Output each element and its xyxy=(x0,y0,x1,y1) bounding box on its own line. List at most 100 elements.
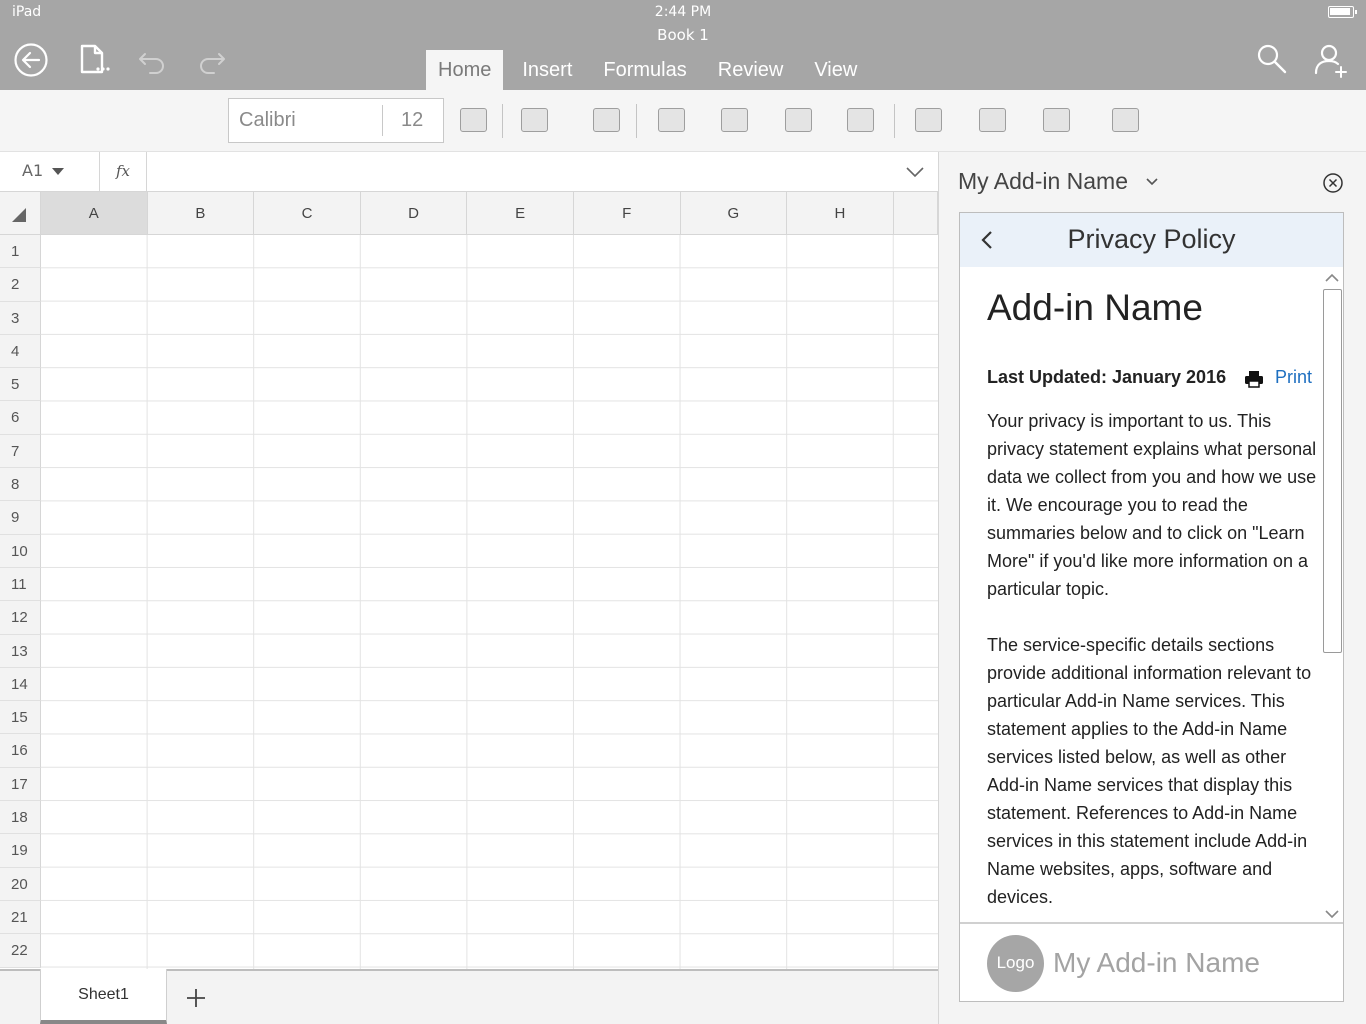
scroll-up-icon[interactable] xyxy=(1324,273,1340,283)
row-header[interactable]: 8 xyxy=(0,468,41,502)
row-header[interactable]: 19 xyxy=(0,834,41,868)
row-header[interactable]: 15 xyxy=(0,701,41,735)
row-header[interactable]: 2 xyxy=(0,268,41,302)
row-header[interactable]: 18 xyxy=(0,801,41,835)
undo-icon[interactable] xyxy=(134,42,170,78)
toolbar-button-11[interactable] xyxy=(1112,108,1139,132)
row-header[interactable]: 12 xyxy=(0,601,41,635)
home-toolbar: Calibri 12 xyxy=(0,90,1366,152)
cell-area[interactable] xyxy=(41,235,938,969)
toolbar-button-9[interactable] xyxy=(979,108,1006,132)
scroll-down-icon[interactable] xyxy=(1324,909,1340,919)
privacy-body[interactable]: Add-in Name Last Updated: January 2016 P… xyxy=(960,267,1343,921)
row-header[interactable]: 7 xyxy=(0,434,41,469)
row-header[interactable]: 16 xyxy=(0,734,41,768)
ribbon-tabs: Home Insert Formulas Review View xyxy=(426,50,876,90)
select-all-corner[interactable] xyxy=(0,192,41,235)
toolbar-button-10[interactable] xyxy=(1043,108,1070,132)
addin-heading: Add-in Name xyxy=(987,287,1203,328)
font-divider xyxy=(382,105,383,136)
chevron-left-icon[interactable] xyxy=(980,230,994,250)
column-header[interactable]: G xyxy=(680,192,788,235)
row-header[interactable]: 5 xyxy=(0,368,41,402)
caret-down-icon[interactable] xyxy=(52,168,64,175)
add-sheet-icon[interactable] xyxy=(186,988,206,1008)
addin-task-pane: My Add-in Name Privacy Policy Add-in Nam… xyxy=(938,152,1366,1024)
spreadsheet-grid: A B C D E F G H 1 2 3 4 5 6 7 8 9 10 11 … xyxy=(0,192,938,969)
tab-view[interactable]: View xyxy=(802,50,869,90)
sheet-tab-bar: Sheet1 xyxy=(0,969,938,1024)
row-header[interactable]: 17 xyxy=(0,767,41,802)
column-header[interactable]: H xyxy=(787,192,894,235)
privacy-paragraph: The service-specific details sections pr… xyxy=(987,635,1312,907)
toolbar-divider xyxy=(502,104,503,138)
scrollbar-thumb[interactable] xyxy=(1323,289,1342,653)
toolbar-button-7[interactable] xyxy=(847,108,874,132)
footer-addin-name: My Add-in Name xyxy=(1053,947,1260,978)
row-header[interactable]: 22 xyxy=(0,934,41,968)
close-icon[interactable] xyxy=(1322,172,1344,194)
row-header[interactable]: 13 xyxy=(0,634,41,668)
row-header[interactable]: 9 xyxy=(0,501,41,535)
back-icon[interactable] xyxy=(13,42,49,78)
toolbar-divider xyxy=(894,104,895,138)
row-header[interactable]: 21 xyxy=(0,900,41,935)
toolbar-button-5[interactable] xyxy=(721,108,748,132)
column-header[interactable]: C xyxy=(254,192,361,235)
toolbar-button-4[interactable] xyxy=(658,108,685,132)
privacy-paragraph: Your privacy is important to us. This pr… xyxy=(987,411,1317,599)
column-header[interactable]: E xyxy=(467,192,574,235)
toolbar-divider xyxy=(636,104,637,138)
redo-icon[interactable] xyxy=(194,42,230,78)
toolbar-button-8[interactable] xyxy=(915,108,942,132)
addin-footer: Logo My Add-in Name xyxy=(960,922,1343,1001)
print-link[interactable]: Print xyxy=(1275,367,1312,388)
name-box[interactable]: A1 xyxy=(0,152,100,191)
row-header[interactable]: 1 xyxy=(0,235,41,269)
toolbar-button-2[interactable] xyxy=(521,108,548,132)
search-icon[interactable] xyxy=(1254,42,1290,78)
font-picker[interactable]: Calibri 12 xyxy=(228,98,444,143)
font-name-field[interactable]: Calibri xyxy=(239,99,296,142)
column-header[interactable]: B xyxy=(147,192,255,235)
toolbar-button-6[interactable] xyxy=(785,108,812,132)
logo: Logo xyxy=(987,935,1044,992)
privacy-header: Privacy Policy xyxy=(960,213,1343,267)
row-header[interactable]: 4 xyxy=(0,334,41,369)
share-person-icon[interactable] xyxy=(1312,42,1348,78)
cell-reference: A1 xyxy=(22,161,44,180)
chevron-down-icon[interactable] xyxy=(1145,177,1159,187)
chevron-down-icon[interactable] xyxy=(904,164,926,180)
row-header[interactable]: 10 xyxy=(0,534,41,568)
column-header[interactable]: A xyxy=(41,192,148,235)
page-title: Privacy Policy xyxy=(1067,224,1236,254)
column-header[interactable]: F xyxy=(573,192,681,235)
row-header[interactable]: 14 xyxy=(0,667,41,702)
tab-insert[interactable]: Insert xyxy=(510,50,584,90)
pane-title[interactable]: My Add-in Name xyxy=(958,168,1128,195)
last-updated: Last Updated: January 2016 xyxy=(987,367,1227,387)
formula-bar: A1 fx xyxy=(0,152,938,192)
tab-review[interactable]: Review xyxy=(706,50,796,90)
tab-home[interactable]: Home xyxy=(426,50,504,90)
sheet-tab[interactable]: Sheet1 xyxy=(40,969,167,1024)
column-headers: A B C D E F G H xyxy=(41,192,938,235)
toolbar-button-3[interactable] xyxy=(593,108,620,132)
row-header[interactable]: 6 xyxy=(0,401,41,435)
row-header[interactable]: 11 xyxy=(0,567,41,602)
font-size-field[interactable]: 12 xyxy=(401,99,423,142)
printer-icon[interactable] xyxy=(1244,369,1264,389)
tab-formulas[interactable]: Formulas xyxy=(591,50,698,90)
battery-icon xyxy=(1328,6,1357,18)
addin-content-frame: Privacy Policy Add-in Name Last Updated:… xyxy=(959,212,1344,1002)
row-header[interactable]: 20 xyxy=(0,867,41,901)
row-header[interactable]: 3 xyxy=(0,301,41,335)
toolbar-button-1[interactable] xyxy=(460,108,487,132)
function-icon[interactable]: fx xyxy=(100,152,147,191)
column-header-partial[interactable] xyxy=(893,192,938,235)
file-menu-icon[interactable] xyxy=(76,42,112,78)
column-header[interactable]: D xyxy=(360,192,468,235)
status-time: 2:44 PM xyxy=(654,4,712,20)
row-headers: 1 2 3 4 5 6 7 8 9 10 11 12 13 14 15 16 1… xyxy=(0,235,41,968)
app-header: iPad 2:44 PM Book 1 Home Insert Formulas… xyxy=(0,0,1366,90)
